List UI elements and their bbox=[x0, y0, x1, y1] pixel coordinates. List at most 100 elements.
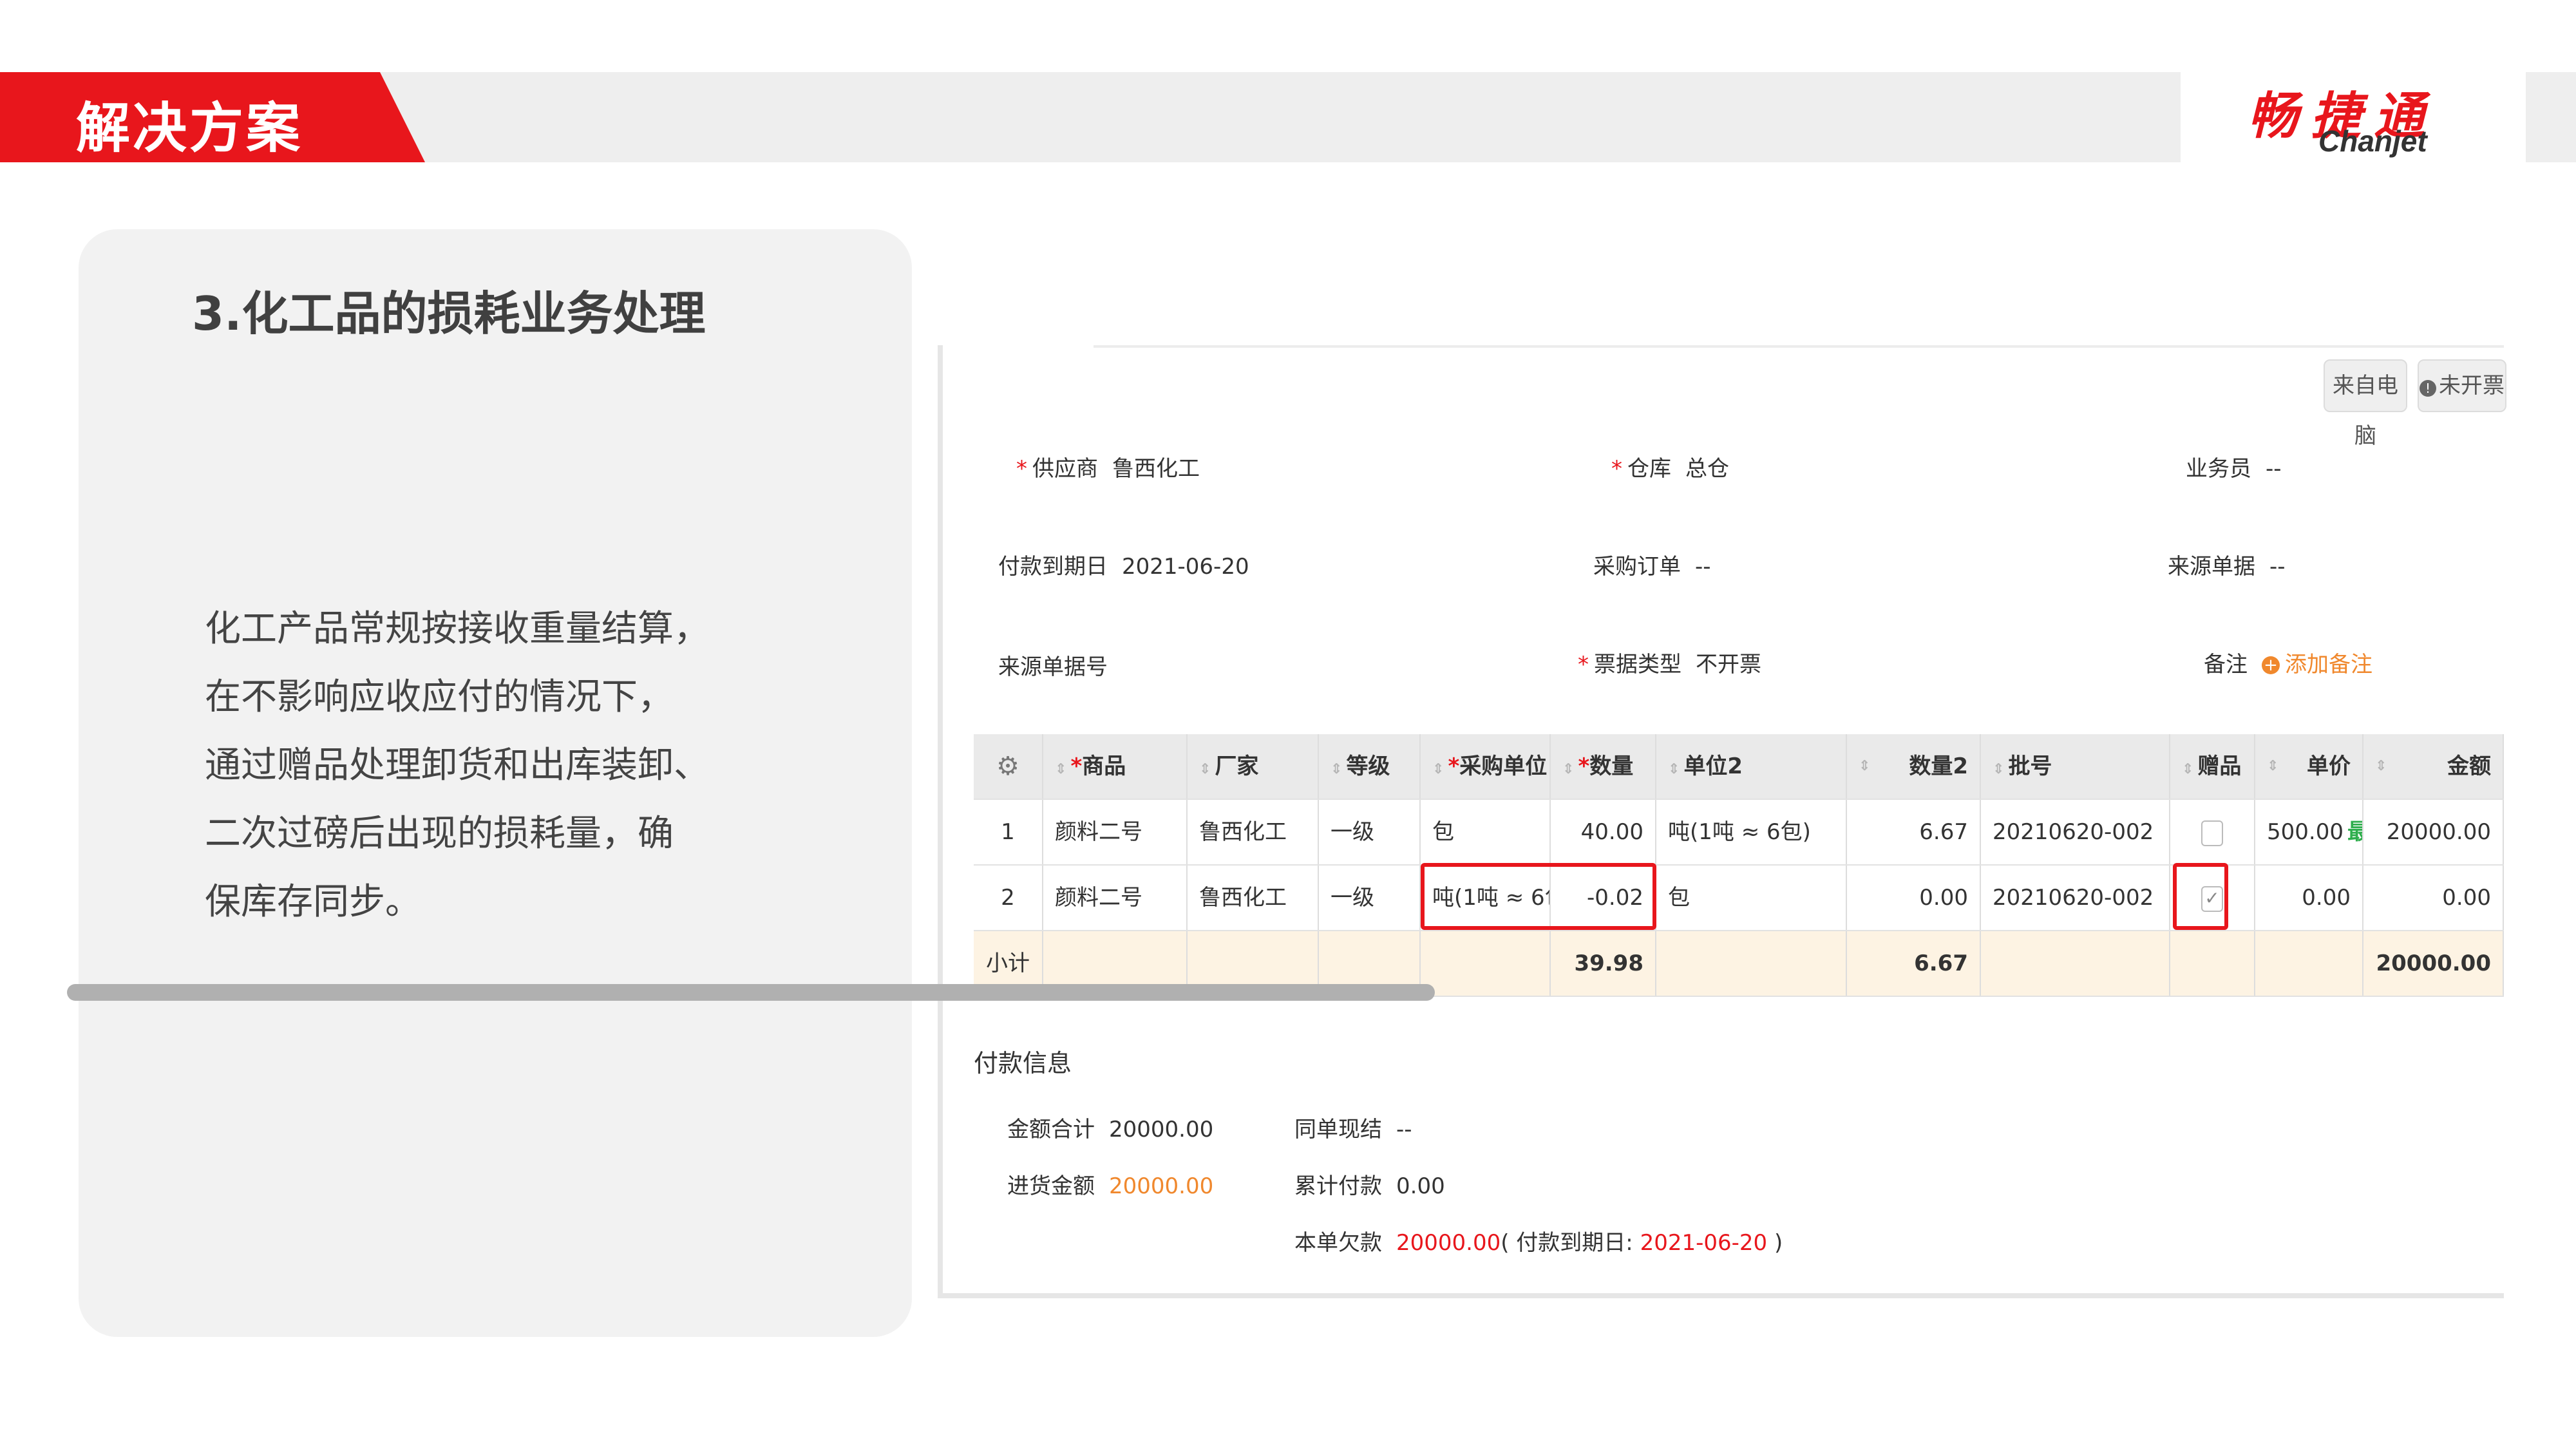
sort-icon: ⇕ bbox=[2375, 758, 2387, 774]
source-doc-value: -- bbox=[2269, 554, 2286, 580]
qty2-cell[interactable]: 6.67 bbox=[1847, 800, 1981, 864]
source-doc-label: 来源单据 bbox=[2168, 554, 2255, 580]
sort-icon: ⇕ bbox=[2267, 758, 2279, 774]
source-no-field[interactable]: 来源单据号 bbox=[998, 649, 1122, 681]
qty2-cell[interactable]: 0.00 bbox=[1847, 866, 1981, 930]
price-cell[interactable]: 500.00最新 bbox=[2255, 800, 2363, 864]
purchase-order-field[interactable]: 采购订单 -- bbox=[1593, 549, 1711, 580]
gift-checkbox[interactable] bbox=[2201, 820, 2223, 846]
add-note-link[interactable]: + 添加备注 bbox=[2262, 652, 2372, 677]
row-number: 1 bbox=[974, 800, 1043, 864]
price-cell[interactable]: 0.00 bbox=[2255, 866, 2363, 930]
settle-field[interactable]: 同单现结 -- bbox=[1294, 1112, 1412, 1143]
product-cell[interactable]: 颜料二号 bbox=[1043, 800, 1188, 864]
info-icon: ! bbox=[2420, 380, 2436, 397]
batch-cell[interactable]: 20210620-002 bbox=[1981, 800, 2170, 864]
bill-type-field[interactable]: * 票据类型 不开票 bbox=[1578, 647, 1761, 678]
source-doc-field[interactable]: 来源单据 -- bbox=[2168, 549, 2286, 580]
total-amount-value: 20000.00 bbox=[1109, 1117, 1214, 1142]
description-line: 保库存同步。 bbox=[205, 881, 421, 923]
total-amount-label: 金额合计 bbox=[1007, 1117, 1095, 1142]
salesman-value: -- bbox=[2266, 456, 2282, 482]
items-table: ⚙ ⇕ *商品 ⇕ 厂家 ⇕ 等级 ⇕ *采购单位 ⇕ *数量 ⇕ 单位2 ⇕ 数量2 ⇕ 批号… bbox=[974, 734, 2504, 997]
grade-cell[interactable]: 一级 bbox=[1319, 800, 1421, 864]
amount-cell[interactable]: 20000.00 bbox=[2363, 800, 2504, 864]
sort-icon: ⇕ bbox=[1055, 761, 1067, 777]
supplier-field[interactable]: * 供应商 鲁西化工 bbox=[1016, 451, 1200, 482]
purchase-amount-label: 进货金额 bbox=[1007, 1173, 1095, 1199]
product-cell[interactable]: 颜料二号 bbox=[1043, 866, 1188, 930]
maker-cell[interactable]: 鲁西化工 bbox=[1188, 800, 1319, 864]
salesman-field[interactable]: 业务员 -- bbox=[2186, 451, 2282, 482]
description-line: 在不影响应收应付的情况下， bbox=[205, 676, 674, 718]
col-header-batch[interactable]: ⇕ 批号 bbox=[1981, 734, 2170, 799]
table-row[interactable]: 1 颜料二号 鲁西化工 一级 包 40.00 吨(1吨 ≈ 6包) 6.67 2… bbox=[974, 800, 2504, 866]
col-header-product[interactable]: ⇕ *商品 bbox=[1043, 734, 1188, 799]
plus-icon: + bbox=[2262, 656, 2280, 674]
logo: 畅捷通 Chanjet bbox=[2181, 72, 2526, 162]
col-header-unit[interactable]: ⇕ *采购单位 bbox=[1421, 734, 1551, 799]
sort-icon: ⇕ bbox=[1668, 761, 1680, 777]
supplier-label: 供应商 bbox=[1032, 456, 1098, 482]
header-band-right bbox=[2526, 72, 2576, 162]
unit2-cell[interactable]: 包 bbox=[1656, 866, 1847, 930]
due-date-label: 付款到期日 bbox=[998, 554, 1108, 580]
due-date-value: 2021-06-20 bbox=[1122, 554, 1249, 580]
col-header-price[interactable]: ⇕ 单价 bbox=[2255, 734, 2363, 799]
add-note-label: 添加备注 bbox=[2285, 652, 2372, 677]
highlight-unit-qty bbox=[1421, 863, 1656, 930]
invoice-status-badge[interactable]: ! 未开票 bbox=[2418, 359, 2506, 412]
subtotal-qty: 39.98 bbox=[1551, 931, 1656, 996]
description-line: 二次过磅后出现的损耗量，确 bbox=[205, 813, 674, 855]
col-header-qty2[interactable]: ⇕ 数量2 bbox=[1847, 734, 1981, 799]
owed-note-date: 2021-06-20 bbox=[1640, 1230, 1768, 1256]
unit2-cell[interactable]: 吨(1吨 ≈ 6包) bbox=[1656, 800, 1847, 864]
bill-type-value: 不开票 bbox=[1696, 652, 1761, 677]
gift-cell bbox=[2170, 800, 2255, 864]
salesman-label: 业务员 bbox=[2186, 456, 2251, 482]
note-field: 备注 + 添加备注 bbox=[2204, 647, 2372, 678]
subtotal-amount: 20000.00 bbox=[2363, 931, 2504, 996]
total-amount-field: 金额合计 20000.00 bbox=[1007, 1112, 1213, 1143]
col-header-grade[interactable]: ⇕ 等级 bbox=[1319, 734, 1421, 799]
owed-label: 本单欠款 bbox=[1294, 1230, 1382, 1256]
settle-label: 同单现结 bbox=[1294, 1117, 1382, 1142]
qty-cell[interactable]: 40.00 bbox=[1551, 800, 1656, 864]
due-date-field[interactable]: 付款到期日 2021-06-20 bbox=[998, 549, 1249, 580]
paid-value: 0.00 bbox=[1396, 1173, 1445, 1199]
source-no-label: 来源单据号 bbox=[998, 654, 1108, 680]
supplier-value: 鲁西化工 bbox=[1112, 456, 1200, 482]
section-tag-label: 解决方案 bbox=[76, 97, 303, 160]
panel-divider bbox=[1094, 345, 2504, 348]
subtotal-qty2: 6.67 bbox=[1847, 931, 1981, 996]
batch-cell[interactable]: 20210620-002 bbox=[1981, 866, 2170, 930]
col-header-unit2[interactable]: ⇕ 单位2 bbox=[1656, 734, 1847, 799]
col-header-maker[interactable]: ⇕ 厂家 bbox=[1188, 734, 1319, 799]
sort-icon: ⇕ bbox=[1859, 758, 1871, 774]
table-horizontal-scrollbar[interactable] bbox=[67, 984, 1435, 1001]
gear-icon: ⚙ bbox=[996, 752, 1019, 781]
amount-cell[interactable]: 0.00 bbox=[2363, 866, 2504, 930]
table-row[interactable]: 2 颜料二号 鲁西化工 一级 吨(1吨 ≈ 6包) -0.02 包 0.00 2… bbox=[974, 866, 2504, 931]
warehouse-value: 总仓 bbox=[1685, 456, 1729, 482]
col-header-amount[interactable]: ⇕ 金额 bbox=[2363, 734, 2504, 799]
sort-icon: ⇕ bbox=[2182, 761, 2194, 777]
column-settings-button[interactable]: ⚙ bbox=[974, 734, 1043, 799]
owed-note-close: ) bbox=[1767, 1230, 1783, 1256]
purchase-receipt-panel: 来自电脑 ! 未开票 * 供应商 鲁西化工 * 仓库 总仓 业务员 -- 付款到期日 2021… bbox=[938, 345, 2506, 1298]
sort-icon: ⇕ bbox=[1432, 761, 1444, 777]
highlight-gift bbox=[2173, 863, 2228, 930]
sort-icon: ⇕ bbox=[1562, 761, 1575, 777]
warehouse-field[interactable]: * 仓库 总仓 bbox=[1611, 451, 1729, 482]
sort-icon: ⇕ bbox=[1993, 761, 2005, 777]
grade-cell[interactable]: 一级 bbox=[1319, 866, 1421, 930]
description-card: 3.化工品的损耗业务处理 化工产品常规按接收重量结算， 在不影响应收应付的情况下… bbox=[79, 229, 912, 1337]
maker-cell[interactable]: 鲁西化工 bbox=[1188, 866, 1319, 930]
description-line: 通过赠品处理卸货和出库装卸、 bbox=[205, 744, 710, 786]
section-title: 3.化工品的损耗业务处理 bbox=[192, 287, 706, 341]
warehouse-label: 仓库 bbox=[1627, 456, 1671, 482]
note-label: 备注 bbox=[2204, 652, 2248, 677]
col-header-gift[interactable]: ⇕ 赠品 bbox=[2170, 734, 2255, 799]
col-header-qty[interactable]: ⇕ *数量 bbox=[1551, 734, 1656, 799]
unit-cell[interactable]: 包 bbox=[1421, 800, 1551, 864]
